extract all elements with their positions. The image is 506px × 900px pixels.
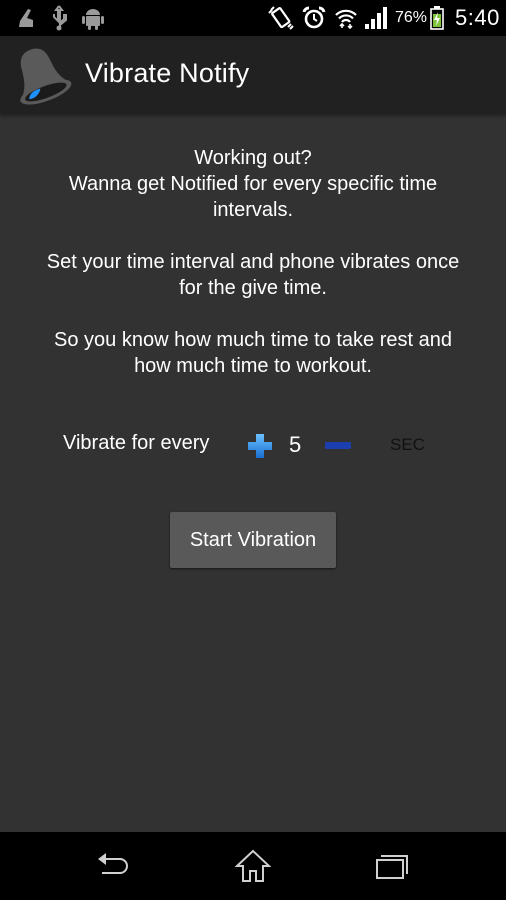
battery-charging-icon <box>430 5 444 31</box>
wifi-icon <box>334 5 358 31</box>
main-content: Working out? Wanna get Notified for ever… <box>0 114 506 832</box>
android-debug-icon <box>82 5 104 31</box>
intro-line: intervals. <box>212 199 294 221</box>
interval-label: Vibrate for every <box>63 432 210 454</box>
interval-unit: SEC <box>390 435 425 454</box>
interval-value: 5 <box>289 432 302 457</box>
minus-icon <box>325 442 351 449</box>
navigation-bar <box>0 832 506 900</box>
back-button[interactable] <box>82 846 142 886</box>
description-line: Set your time interval and phone vibrate… <box>46 251 460 273</box>
home-button[interactable] <box>223 846 283 886</box>
decrement-button[interactable] <box>324 432 352 460</box>
cleaner-broom-icon <box>16 5 36 31</box>
battery-percent: 76% <box>395 9 428 26</box>
app-title: Vibrate Notify <box>85 58 250 88</box>
signal-icon <box>364 5 388 31</box>
action-bar: Vibrate Notify <box>0 36 506 114</box>
plus-icon <box>248 434 272 458</box>
intro-line: Working out? <box>194 147 312 169</box>
usb-icon <box>50 5 68 31</box>
status-bar: 76% 5:40 <box>0 0 506 36</box>
intro-text: Working out? Wanna get Notified for ever… <box>0 145 506 223</box>
description-text: Set your time interval and phone vibrate… <box>0 249 506 301</box>
increment-button[interactable] <box>246 432 274 460</box>
start-vibration-button[interactable]: Start Vibration <box>170 512 336 568</box>
recents-icon <box>376 855 408 879</box>
benefit-line: how much time to workout. <box>134 355 372 377</box>
description-line: for the give time. <box>179 277 327 299</box>
benefit-text: So you know how much time to take rest a… <box>0 327 506 379</box>
intro-line: Wanna get Notified for every specific ti… <box>68 173 438 195</box>
bell-icon <box>8 44 72 108</box>
recents-button[interactable] <box>363 846 423 886</box>
alarm-clock-icon <box>302 5 326 31</box>
clock: 5:40 <box>455 5 500 30</box>
vibrate-mode-icon <box>268 5 294 31</box>
home-icon <box>235 849 271 882</box>
benefit-line: So you know how much time to take rest a… <box>54 329 452 351</box>
back-icon <box>98 853 128 874</box>
interval-stepper: Vibrate for every 5 SEC <box>0 430 506 460</box>
